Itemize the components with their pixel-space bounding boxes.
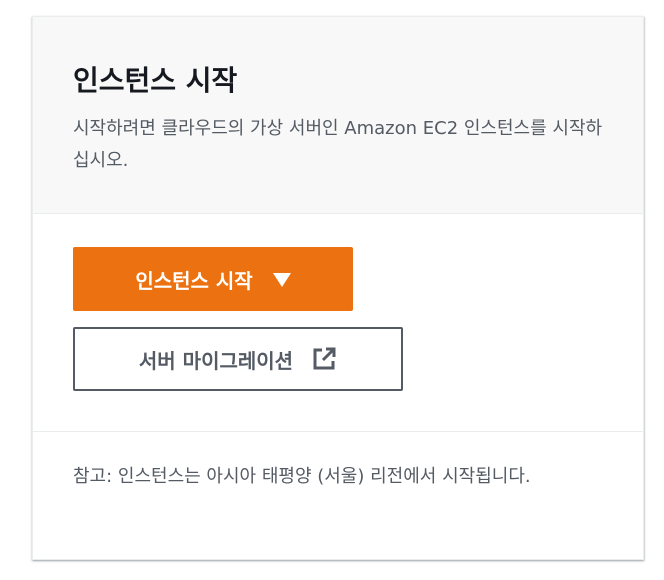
migrate-server-button[interactable]: 서버 마이그레이션 (73, 327, 403, 391)
region-note: 참고: 인스턴스는 아시아 태평양 (서울) 리전에서 시작됩니다. (73, 466, 531, 487)
external-link-icon (313, 347, 336, 370)
caret-down-icon (272, 273, 291, 287)
card-title: 인스턴스 시작 (73, 64, 238, 97)
launch-instance-button[interactable]: 인스턴스 시작 (73, 247, 353, 311)
launch-instance-label: 인스턴스 시작 (135, 268, 253, 293)
launch-instance-card: 인스턴스 시작 시작하려면 클라우드의 가상 서버인 Amazon EC2 인스… (32, 16, 644, 560)
card-divider (33, 431, 643, 432)
card-description: 시작하려면 클라우드의 가상 서버인 Amazon EC2 인스턴스를 시작하십… (73, 118, 603, 171)
card-header: 인스턴스 시작 시작하려면 클라우드의 가상 서버인 Amazon EC2 인스… (33, 17, 643, 214)
migrate-server-label: 서버 마이그레이션 (138, 348, 294, 373)
